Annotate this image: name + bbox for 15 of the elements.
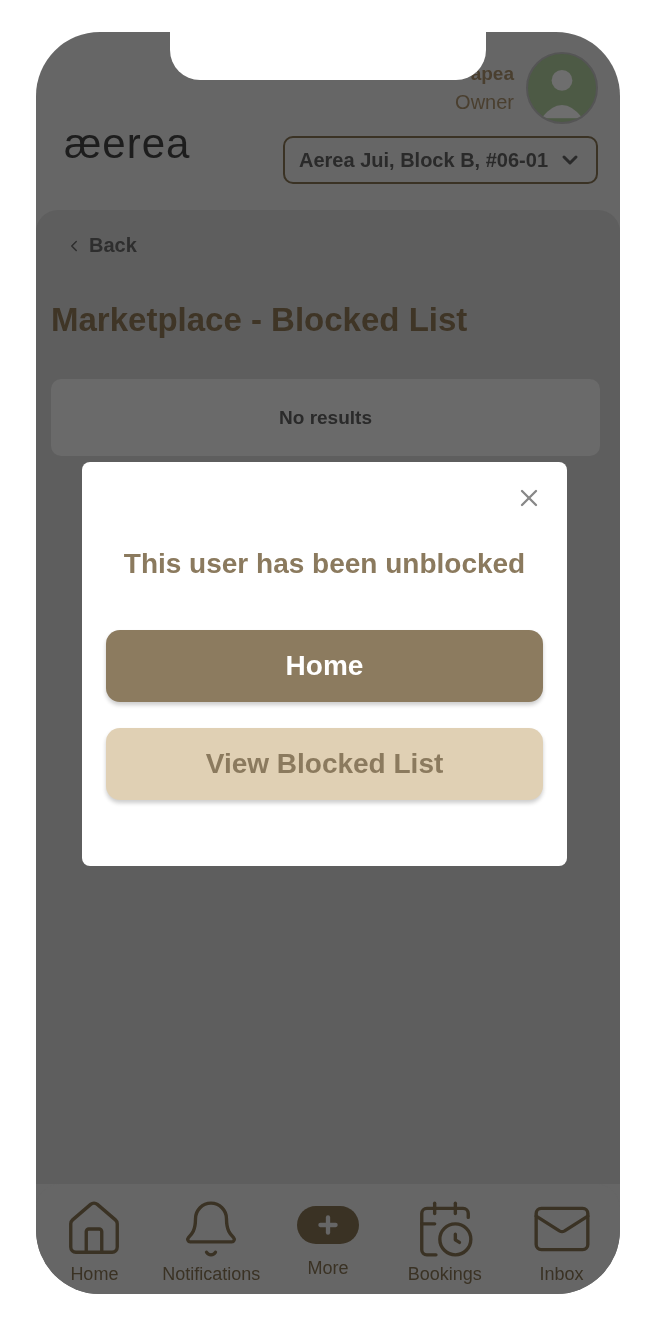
unit-selector[interactable]: Aerea Jui, Block B, #06-01 [283, 136, 598, 184]
nav-item[interactable]: Bookings [389, 1198, 500, 1294]
home-button[interactable]: Home [106, 630, 543, 702]
add-icon [297, 1206, 359, 1244]
user-role: Owner [455, 90, 514, 114]
dialog-message: This user has been unblocked [123, 548, 526, 580]
app-logo: æerea [64, 120, 191, 169]
nav-item[interactable]: Inbox [506, 1198, 617, 1294]
page-title: Marketplace - Blocked List [51, 301, 469, 339]
view-list-button[interactable]: View Blocked List [106, 728, 543, 800]
empty-message: No results [51, 379, 600, 456]
nav-item[interactable]: Notifications [156, 1198, 267, 1294]
user-name: apea [470, 62, 514, 85]
nav-item[interactable]: Home [39, 1198, 150, 1294]
nav-item[interactable]: More [273, 1198, 383, 1294]
